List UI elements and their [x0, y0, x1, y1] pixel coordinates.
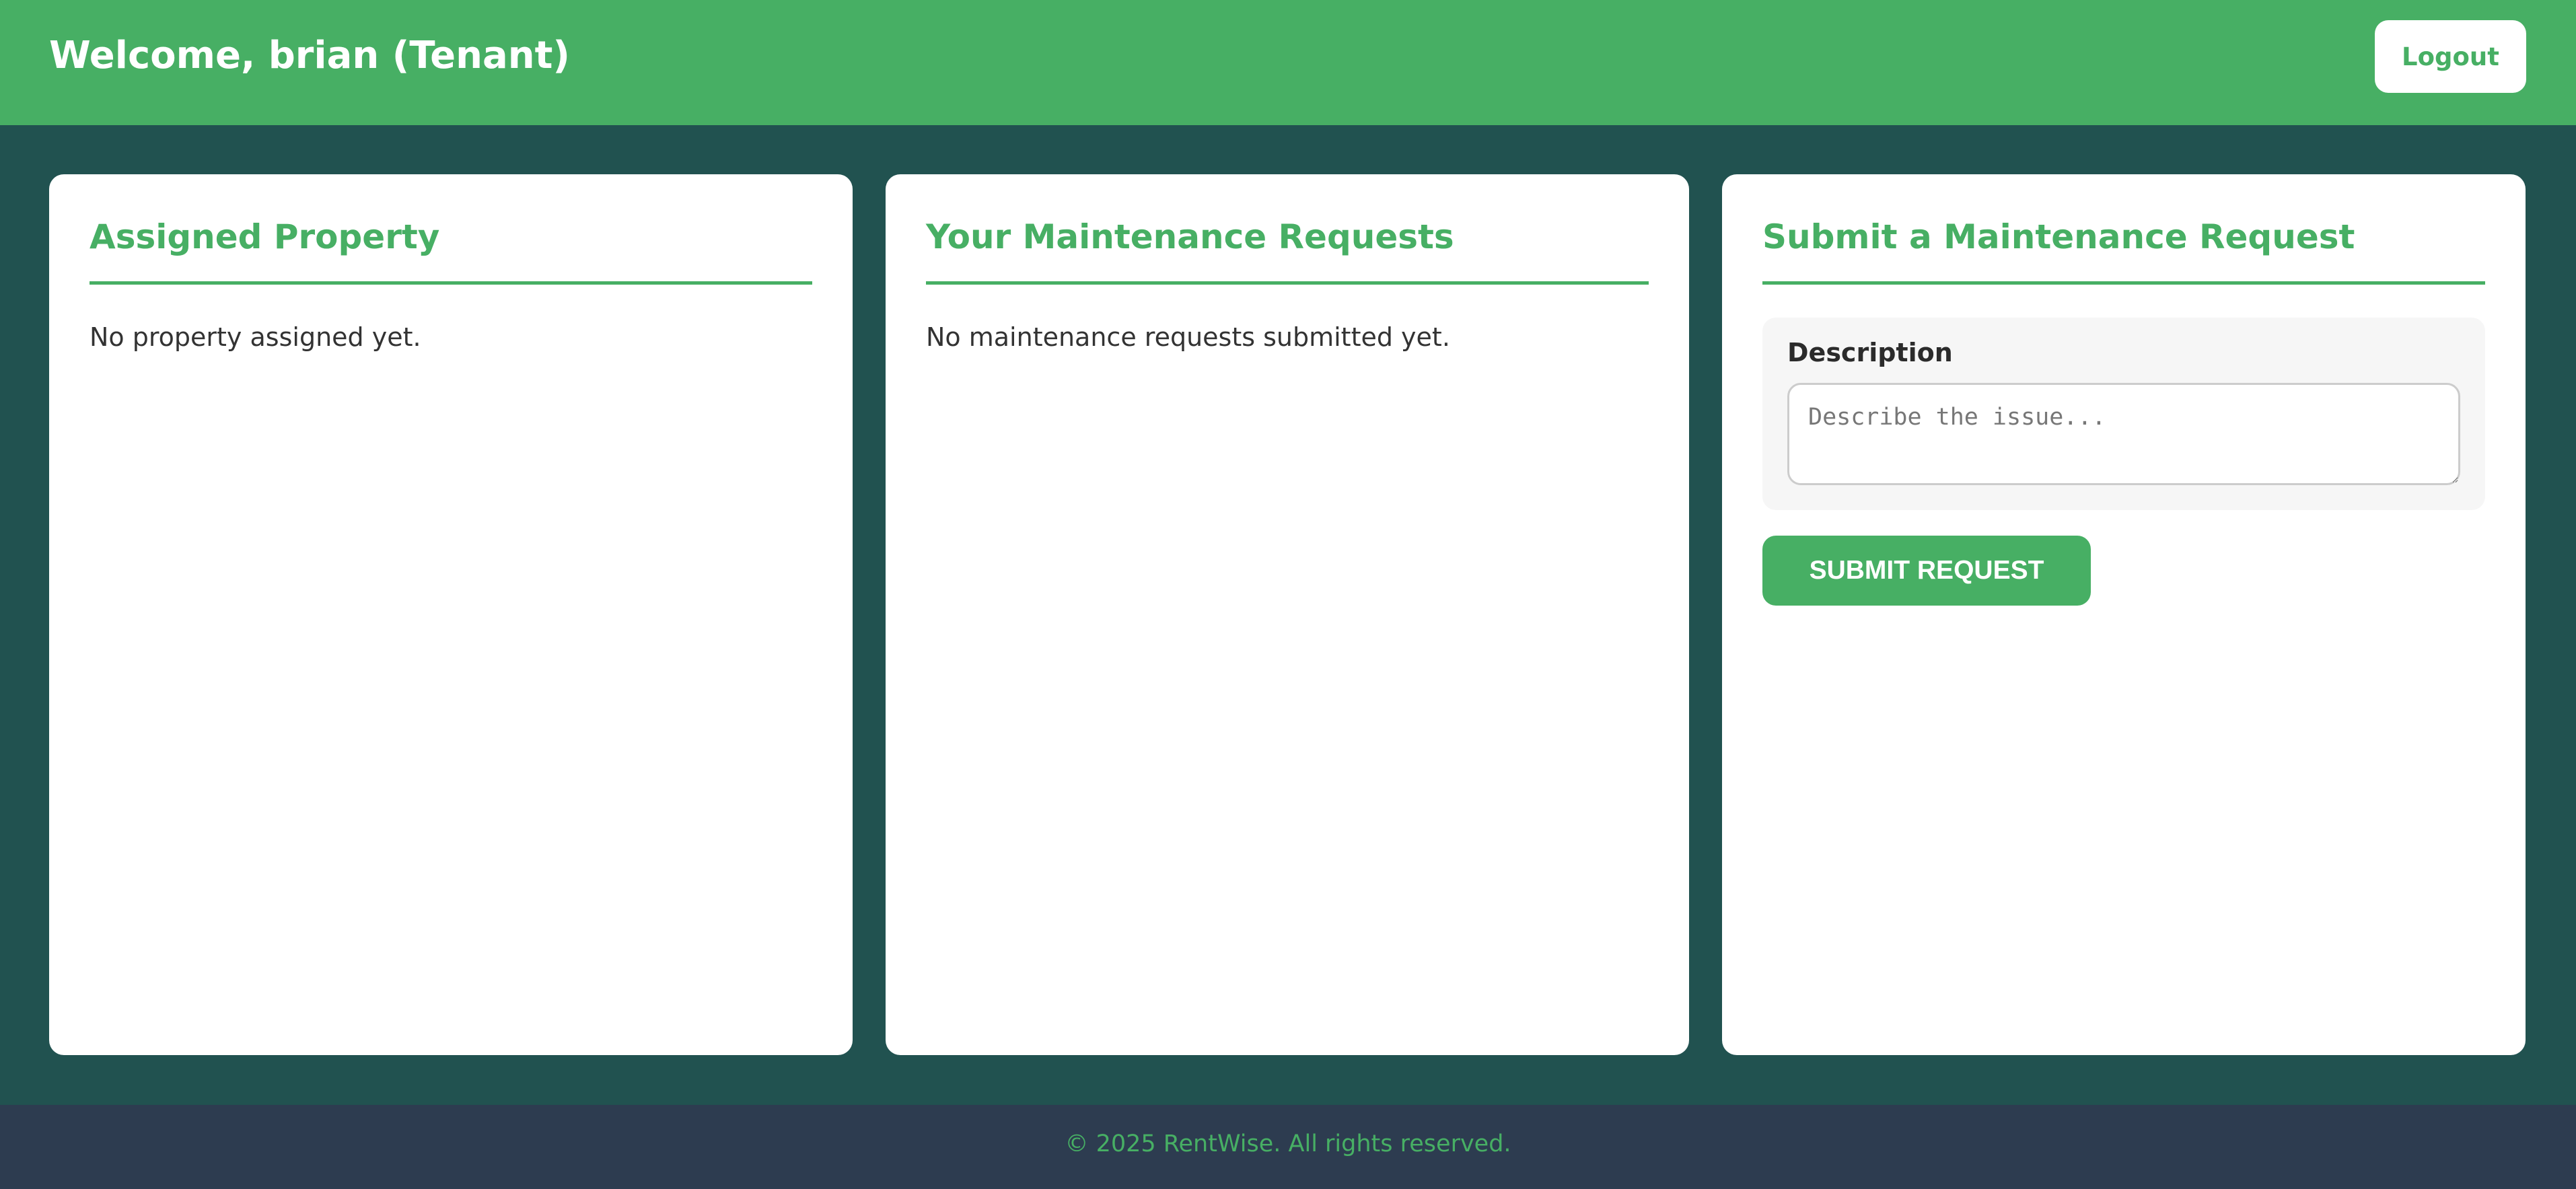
copyright-text: © 2025 RentWise. All rights reserved. [1065, 1130, 1511, 1157]
welcome-title: Welcome, brian (Tenant) [49, 34, 570, 77]
assigned-property-card: Assigned Property No property assigned y… [49, 174, 853, 1055]
heading-divider [926, 281, 1649, 285]
logout-button[interactable]: Logout [2375, 20, 2526, 93]
heading-divider [90, 281, 812, 285]
submit-request-button[interactable]: SUBMIT REQUEST [1762, 536, 2091, 606]
heading-divider [1762, 281, 2485, 285]
description-label: Description [1787, 338, 1953, 367]
description-form-group: Description [1762, 318, 2485, 510]
assigned-property-heading: Assigned Property [90, 217, 440, 256]
maintenance-requests-heading: Your Maintenance Requests [926, 217, 1454, 256]
maintenance-requests-card: Your Maintenance Requests No maintenance… [886, 174, 1689, 1055]
submit-request-heading: Submit a Maintenance Request [1762, 217, 2355, 256]
top-header: Welcome, brian (Tenant) Logout [0, 0, 2576, 125]
description-textarea[interactable] [1787, 383, 2460, 485]
page-footer: © 2025 RentWise. All rights reserved. [0, 1105, 2576, 1189]
submit-request-card: Submit a Maintenance Request Description… [1722, 174, 2526, 1055]
no-property-message: No property assigned yet. [90, 322, 421, 352]
no-requests-message: No maintenance requests submitted yet. [926, 322, 1450, 352]
